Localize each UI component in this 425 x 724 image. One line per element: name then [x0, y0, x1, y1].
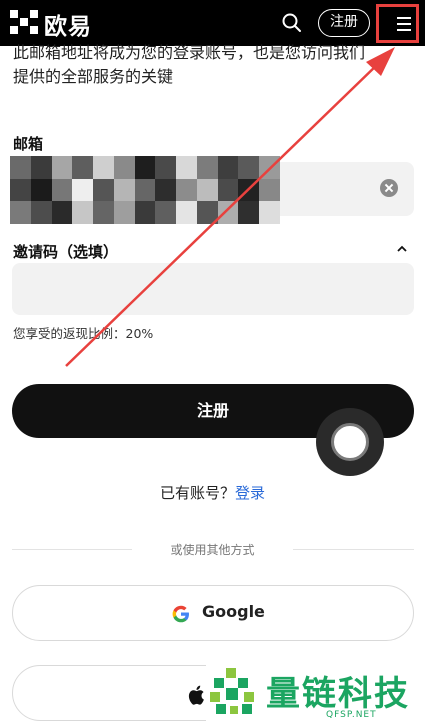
chevron-up-icon[interactable]	[396, 243, 408, 255]
floating-assistive-button[interactable]	[316, 408, 384, 476]
login-link[interactable]: 登录	[235, 484, 265, 502]
email-redaction-mosaic	[10, 156, 280, 224]
intro-line-1: 此邮箱地址将成为您的登录账号，也是您访问我们	[13, 43, 366, 62]
annotation-highlight-box	[376, 4, 419, 43]
rebate-rate-text: 您享受的返现比例：20%	[13, 326, 154, 341]
google-label: Google	[202, 602, 265, 621]
register-button[interactable]: 注册	[318, 9, 370, 37]
clear-email-icon[interactable]	[380, 179, 398, 197]
google-icon	[172, 605, 189, 623]
watermark-title: 量链科技	[266, 674, 410, 714]
intro-text: 此邮箱地址将成为您的登录账号，也是您访问我们 提供的全部服务的关键	[13, 41, 413, 89]
apple-icon	[188, 685, 204, 705]
login-prompt: 已有账号？登录	[0, 482, 425, 503]
watermark: 量链科技 QFSP.NET	[206, 660, 425, 724]
search-icon[interactable]	[280, 11, 304, 35]
top-navigation-bar: 欧易 注册	[0, 0, 425, 46]
watermark-url: QFSP.NET	[326, 710, 377, 720]
invite-code-field[interactable]	[12, 263, 414, 315]
alt-methods-text: 或使用其他方式	[170, 543, 255, 557]
intro-line-2: 提供的全部服务的关键	[13, 67, 174, 86]
google-signin-button[interactable]: Google	[12, 585, 414, 641]
brand-name[interactable]: 欧易	[44, 7, 92, 41]
okx-logo-icon[interactable]	[10, 8, 38, 36]
watermark-logo-icon	[210, 668, 254, 714]
email-label: 邮箱	[13, 135, 44, 153]
login-prompt-text: 已有账号？	[159, 484, 235, 502]
invite-code-label: 邀请码（选填）	[13, 243, 119, 261]
